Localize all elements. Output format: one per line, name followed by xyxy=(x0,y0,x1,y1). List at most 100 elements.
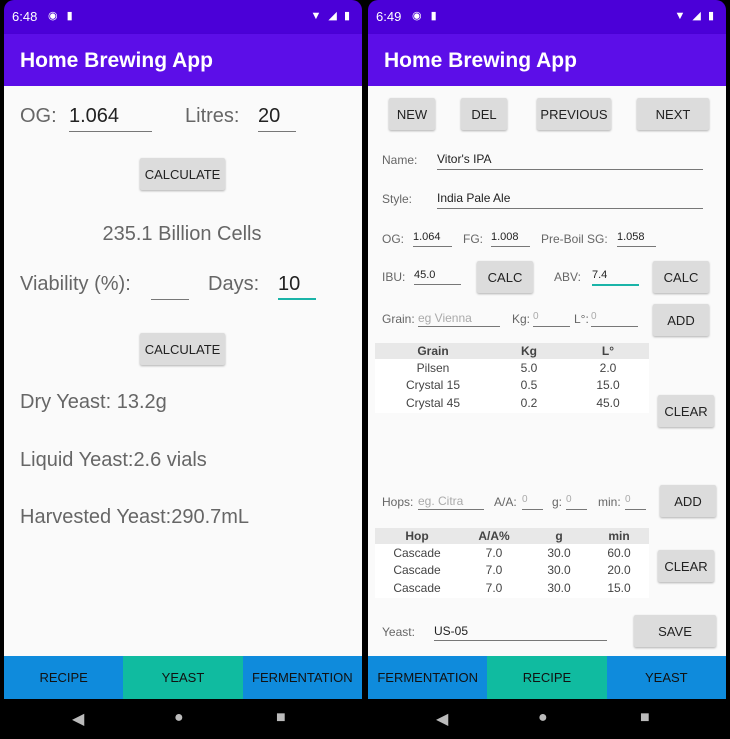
lovibond-col-header: L° xyxy=(601,344,615,358)
status-bar: 6:49 ◉ ▮ ▼ ◢ ▮ xyxy=(368,0,726,34)
previous-button[interactable]: PREVIOUS xyxy=(537,98,611,130)
bottom-nav: FERMENTATION RECIPE YEAST xyxy=(368,656,726,699)
calculate-cells-button[interactable]: CALCULATE xyxy=(140,158,225,190)
hop-table: Hop A/A% g min Cascade 7.0 30.0 60.0 Cas… xyxy=(375,528,649,598)
wifi-icon: ▼ xyxy=(674,10,688,22)
days-label: Days: xyxy=(208,273,260,295)
signal-icon: ◢ xyxy=(692,10,703,22)
grain-table: Grain Kg L° Pilsen 5.0 2.0 Crystal 15 0.… xyxy=(375,343,649,413)
add-grain-button[interactable]: ADD xyxy=(653,304,709,336)
calc-abv-button[interactable]: CALC xyxy=(653,261,709,293)
og-input[interactable]: 1.064 xyxy=(69,105,152,132)
viability-label: Viability (%): xyxy=(20,273,131,295)
hop-table-header: Hop A/A% g min xyxy=(375,528,649,544)
system-nav-bar: ◀ ● ■ xyxy=(4,699,362,739)
signal-icon: ◢ xyxy=(328,10,339,22)
recents-icon[interactable]: ■ xyxy=(276,709,286,727)
og-label: OG: xyxy=(382,232,405,246)
back-icon[interactable]: ◀ xyxy=(72,709,84,729)
nav-recipe[interactable]: RECIPE xyxy=(487,656,607,699)
add-hop-button[interactable]: ADD xyxy=(660,485,716,517)
name-label: Name: xyxy=(382,153,418,167)
system-nav-bar: ◀ ● ■ xyxy=(368,699,726,739)
recents-icon[interactable]: ■ xyxy=(640,709,650,727)
hop-col-header: Hop xyxy=(405,529,429,543)
nav-yeast[interactable]: YEAST xyxy=(123,656,243,699)
home-icon[interactable]: ● xyxy=(174,709,184,727)
dry-yeast-result: Dry Yeast: 13.2g xyxy=(20,391,167,413)
clear-grain-button[interactable]: CLEAR xyxy=(658,395,714,427)
min-input[interactable]: 0 xyxy=(625,494,646,510)
table-row[interactable]: Cascade 7.0 30.0 20.0 xyxy=(375,562,649,580)
harvested-yeast-result: Harvested Yeast:290.7mL xyxy=(20,506,250,528)
abv-input[interactable]: 7.4 xyxy=(592,269,639,286)
back-icon[interactable]: ◀ xyxy=(436,709,448,729)
litres-label: Litres: xyxy=(185,105,240,127)
yeast-input[interactable]: US-05 xyxy=(434,624,607,641)
app-bar: Home Brewing App xyxy=(4,34,362,86)
preboil-sg-label: Pre-Boil SG: xyxy=(541,232,608,246)
days-input[interactable]: 10 xyxy=(278,273,316,300)
hops-label: Hops: xyxy=(382,495,414,509)
recipe-content: NEW DEL PREVIOUS NEXT Name: Vitor's IPA … xyxy=(368,86,726,656)
del-button[interactable]: DEL xyxy=(461,98,507,130)
table-row[interactable]: Cascade 7.0 30.0 15.0 xyxy=(375,579,649,597)
viability-input[interactable] xyxy=(151,274,189,300)
battery-icon: ▮ xyxy=(343,10,352,22)
ibu-input[interactable]: 45.0 xyxy=(414,269,461,285)
min-label: min: xyxy=(598,495,621,509)
status-time: 6:48 xyxy=(12,9,38,24)
wifi-icon: ▼ xyxy=(310,10,324,22)
abv-label: ABV: xyxy=(554,270,581,284)
status-time: 6:49 xyxy=(376,9,402,24)
aa-input[interactable]: 0 xyxy=(522,494,543,510)
bottom-nav: RECIPE YEAST FERMENTATION xyxy=(4,656,362,699)
next-button[interactable]: NEXT xyxy=(637,98,709,130)
yeast-content: OG: 1.064 Litres: 20 CALCULATE 235.1 Bil… xyxy=(4,86,362,656)
kg-col-header: Kg xyxy=(521,344,537,358)
aa-label: A/A: xyxy=(494,495,517,509)
preboil-sg-input[interactable]: 1.058 xyxy=(617,231,656,247)
nav-recipe[interactable]: RECIPE xyxy=(4,656,124,699)
name-input[interactable]: Vitor's IPA xyxy=(437,152,703,170)
phone-yeast-screen: 6:48 ◉ ▮ ▼ ◢ ▮ Home Brewing App OG: 1.06… xyxy=(4,0,362,739)
cells-result: 235.1 Billion Cells xyxy=(102,223,262,245)
home-icon[interactable]: ● xyxy=(538,709,548,727)
fg-input[interactable]: 1.008 xyxy=(491,231,530,247)
hops-input[interactable]: eg. Citra xyxy=(418,494,484,510)
grain-input[interactable]: eg Vienna xyxy=(418,311,500,327)
notification-icons: ◉ ▮ xyxy=(412,10,440,22)
table-row[interactable]: Crystal 45 0.2 45.0 xyxy=(375,394,649,412)
clear-hop-button[interactable]: CLEAR xyxy=(658,550,714,582)
kg-label: Kg: xyxy=(512,312,531,326)
app-title: Home Brewing App xyxy=(20,49,213,72)
nav-fermentation[interactable]: FERMENTATION xyxy=(368,656,488,699)
grain-table-header: Grain Kg L° xyxy=(375,343,649,359)
save-button[interactable]: SAVE xyxy=(634,615,716,647)
app-bar: Home Brewing App xyxy=(368,34,726,86)
new-button[interactable]: NEW xyxy=(389,98,435,130)
liquid-yeast-result: Liquid Yeast:2.6 vials xyxy=(20,449,207,471)
table-row[interactable]: Cascade 7.0 30.0 60.0 xyxy=(375,544,649,562)
kg-input[interactable]: 0 xyxy=(533,311,570,327)
lovibond-label: L°: xyxy=(574,312,589,326)
g-input[interactable]: 0 xyxy=(566,494,587,510)
og-input[interactable]: 1.064 xyxy=(413,231,452,247)
table-row[interactable]: Pilsen 5.0 2.0 xyxy=(375,359,649,377)
g-col-header: g xyxy=(555,529,563,543)
table-row[interactable]: Crystal 15 0.5 15.0 xyxy=(375,377,649,395)
litres-input[interactable]: 20 xyxy=(258,105,296,132)
nav-yeast[interactable]: YEAST xyxy=(606,656,726,699)
style-label: Style: xyxy=(382,192,413,206)
lovibond-input[interactable]: 0 xyxy=(591,311,638,327)
yeast-label: Yeast: xyxy=(382,625,415,639)
nav-fermentation[interactable]: FERMENTATION xyxy=(242,656,362,699)
ibu-label: IBU: xyxy=(382,270,406,284)
notification-icons: ◉ ▮ xyxy=(48,10,76,22)
og-label: OG: xyxy=(20,105,57,127)
calculate-yeast-button[interactable]: CALCULATE xyxy=(140,333,225,365)
app-title: Home Brewing App xyxy=(384,49,577,72)
min-col-header: min xyxy=(608,529,630,543)
style-input[interactable]: India Pale Ale xyxy=(437,191,703,209)
calc-ibu-button[interactable]: CALC xyxy=(477,261,533,293)
